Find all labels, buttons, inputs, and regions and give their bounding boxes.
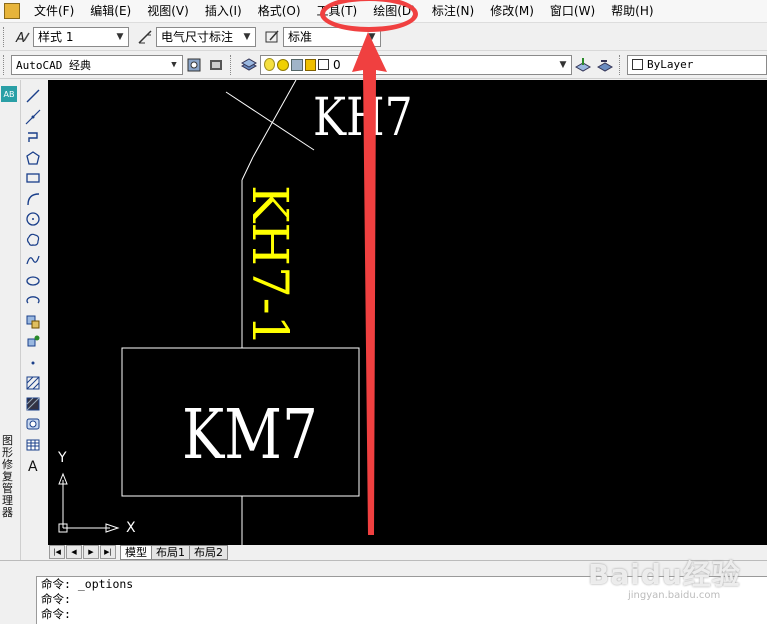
- color-value: ByLayer: [647, 58, 694, 71]
- gradient-icon[interactable]: [22, 394, 44, 415]
- polyline-icon[interactable]: [22, 127, 44, 148]
- table-style-icon[interactable]: [262, 27, 282, 47]
- menu-dimension[interactable]: 标注(N): [424, 0, 482, 22]
- revision-cloud-icon[interactable]: [22, 230, 44, 251]
- command-line-2: 命令:: [41, 592, 71, 606]
- drawing-recovery-manager-label[interactable]: 图形修复管理器: [2, 435, 16, 519]
- workspace-layer-toolbar: AutoCAD 经典 ▼ 0 ▼ ByLayer: [0, 51, 767, 79]
- rectangle-icon[interactable]: [22, 168, 44, 189]
- arc-icon[interactable]: [22, 189, 44, 210]
- layer-previous-icon[interactable]: [595, 55, 615, 75]
- first-tab-icon[interactable]: |◀: [49, 545, 65, 559]
- ellipse-icon[interactable]: [22, 271, 44, 292]
- drawing-svg: [58, 80, 360, 545]
- hatch-icon[interactable]: [22, 373, 44, 394]
- command-history[interactable]: 命令: _options 命令: 命令:: [36, 576, 767, 624]
- region-icon[interactable]: [22, 414, 44, 435]
- last-tab-icon[interactable]: ▶|: [100, 545, 116, 559]
- command-line-3: 命令:: [41, 607, 71, 621]
- line-icon[interactable]: [22, 86, 44, 107]
- docked-palette-strip: AB 图形修复管理器: [0, 80, 21, 570]
- draw-toolbar: A: [22, 86, 46, 566]
- circle-icon[interactable]: [22, 209, 44, 230]
- polygon-icon[interactable]: [22, 148, 44, 169]
- leader-line-upper[interactable]: [252, 80, 297, 158]
- menu-edit[interactable]: 编辑(E): [82, 0, 139, 22]
- chevron-down-icon[interactable]: ▼: [555, 56, 571, 74]
- palette-toggle-icon[interactable]: AB: [1, 86, 17, 102]
- menu-window[interactable]: 窗口(W): [542, 0, 603, 22]
- workspace-select[interactable]: AutoCAD 经典 ▼: [11, 54, 183, 75]
- text-style-value: 样式 1: [38, 30, 74, 44]
- menu-file[interactable]: 文件(F): [26, 0, 82, 22]
- table-icon[interactable]: [22, 435, 44, 456]
- lightbulb-icon: [264, 58, 275, 71]
- toolbar-grip[interactable]: [3, 54, 8, 75]
- layer-manager-icon[interactable]: [239, 55, 259, 75]
- menu-view[interactable]: 视图(V): [139, 0, 197, 22]
- layer-color-swatch: [318, 59, 329, 70]
- workspace-value: AutoCAD 经典: [16, 58, 91, 72]
- layout-tabs: |◀ ◀ ▶ ▶| 模型 布局1 布局2: [48, 544, 767, 560]
- toolbar-grip[interactable]: [230, 54, 235, 75]
- workspace-settings-icon[interactable]: [184, 55, 204, 75]
- insert-block-icon[interactable]: [22, 312, 44, 333]
- color-swatch: [632, 59, 643, 70]
- chevron-down-icon[interactable]: ▼: [112, 28, 128, 46]
- svg-text:A: A: [15, 31, 25, 45]
- viewport-freeze-icon: [291, 58, 303, 71]
- layer-value: 0: [333, 57, 341, 72]
- leader-line-bend[interactable]: [241, 156, 254, 181]
- ucs-x-label: X: [126, 520, 136, 536]
- toolbar-grip[interactable]: [619, 54, 624, 75]
- prev-tab-icon[interactable]: ◀: [66, 545, 82, 559]
- chevron-down-icon[interactable]: ▼: [239, 28, 255, 46]
- tab-layout1[interactable]: 布局1: [151, 544, 190, 560]
- toolbar-grip[interactable]: [3, 26, 8, 47]
- dim-style-icon[interactable]: [135, 27, 155, 47]
- multiline-text-icon[interactable]: A: [22, 455, 44, 476]
- make-block-icon[interactable]: [22, 332, 44, 353]
- next-tab-icon[interactable]: ▶: [83, 545, 99, 559]
- label-kh7[interactable]: KH7: [313, 88, 413, 148]
- layer-state-icons: [261, 58, 329, 71]
- tab-layout2[interactable]: 布局2: [189, 544, 228, 560]
- text-style-select[interactable]: 样式 1 ▼: [33, 26, 129, 47]
- workspace-save-icon[interactable]: [206, 55, 226, 75]
- make-current-layer-icon[interactable]: [573, 55, 593, 75]
- diagonal-line[interactable]: [225, 91, 315, 151]
- menu-modify[interactable]: 修改(M): [482, 0, 542, 22]
- label-km7[interactable]: KM7: [182, 398, 318, 474]
- chevron-down-icon[interactable]: ▼: [166, 56, 182, 74]
- command-line-1: 命令: _options: [41, 577, 134, 591]
- color-select[interactable]: ByLayer: [627, 54, 767, 75]
- construction-line-icon[interactable]: [22, 107, 44, 128]
- command-area: 命令: _options 命令: 命令:: [0, 560, 767, 624]
- menu-insert[interactable]: 插入(I): [197, 0, 250, 22]
- app-icon[interactable]: [4, 3, 20, 19]
- layer-select[interactable]: 0 ▼: [260, 54, 572, 75]
- lock-icon: [305, 58, 316, 71]
- svg-text:A: A: [28, 459, 38, 473]
- spline-icon[interactable]: [22, 250, 44, 271]
- text-style-icon[interactable]: A: [12, 27, 32, 47]
- tab-model[interactable]: 模型: [120, 544, 152, 560]
- menu-help[interactable]: 帮助(H): [603, 0, 661, 22]
- ucs-y-label: Y: [58, 450, 67, 466]
- label-kh7-1[interactable]: KH7-1: [241, 185, 299, 346]
- point-icon[interactable]: [22, 353, 44, 374]
- sun-icon: [277, 58, 289, 71]
- ellipse-arc-icon[interactable]: [22, 291, 44, 312]
- menu-format[interactable]: 格式(O): [250, 0, 309, 22]
- drawing-canvas[interactable]: KH7 KH7-1 KM7 Y X: [48, 80, 767, 545]
- dim-style-value: 电气尺寸标注: [161, 30, 234, 44]
- dim-style-select[interactable]: 电气尺寸标注 ▼: [156, 26, 256, 47]
